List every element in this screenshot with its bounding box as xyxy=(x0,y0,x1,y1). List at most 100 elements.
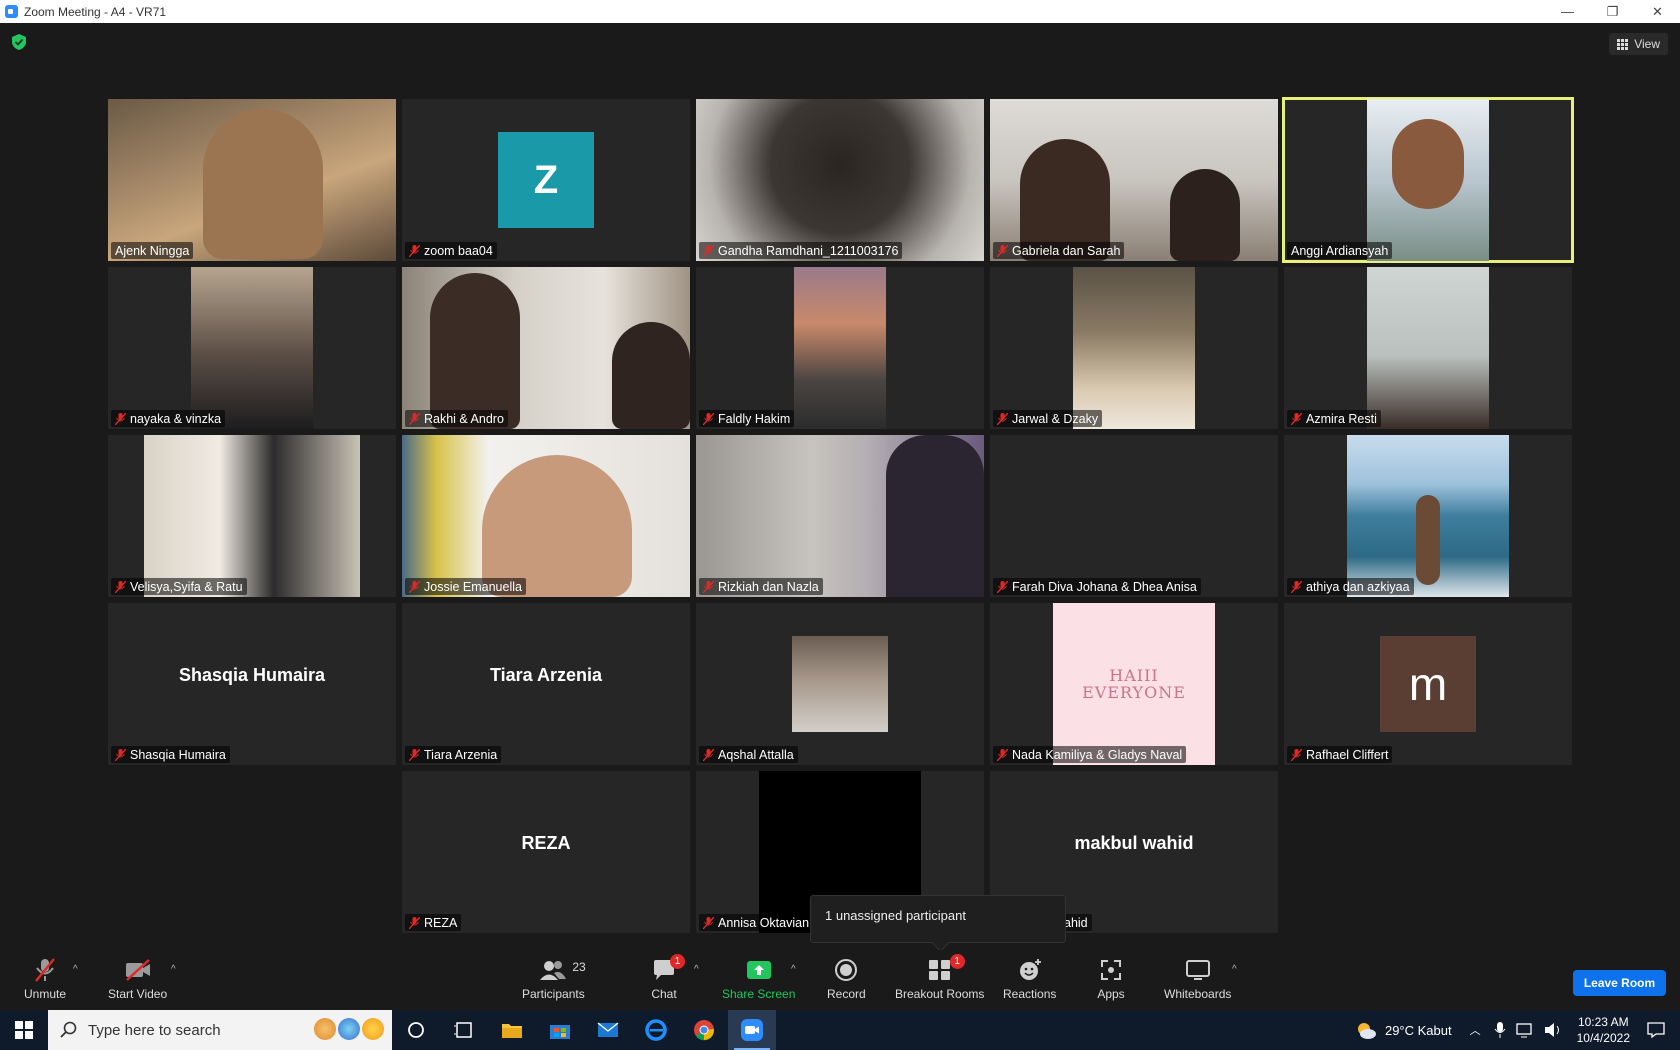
participant-nametag: Ajenk Ningga xyxy=(111,242,194,259)
window-title: Zoom Meeting - A4 - VR71 xyxy=(24,4,167,19)
chat-options-caret[interactable]: ^ xyxy=(694,964,699,975)
file-explorer-button[interactable] xyxy=(488,1010,536,1050)
participant-tile[interactable]: m Rafhael Cliffert xyxy=(1284,603,1572,765)
unmute-button[interactable]: Unmute xyxy=(24,956,66,1001)
participant-video xyxy=(1367,267,1489,429)
participant-nametag: Faldly Hakim xyxy=(699,410,795,427)
close-button[interactable]: ✕ xyxy=(1635,0,1680,23)
mic-muted-icon xyxy=(35,958,55,982)
meeting-toolbar: Unmute ^ Start Video ^ 23 Participants 1… xyxy=(0,950,1680,1010)
participant-tile[interactable]: nayaka & vinzka xyxy=(108,267,396,429)
start-video-button[interactable]: Start Video xyxy=(108,956,167,1001)
mic-muted-icon xyxy=(409,412,420,425)
mic-muted-icon xyxy=(409,748,420,761)
cortana-button[interactable] xyxy=(392,1010,440,1050)
taskbar-search-input[interactable]: Type here to search xyxy=(48,1010,392,1050)
participant-tile[interactable]: Gabriela dan Sarah xyxy=(990,99,1278,261)
participant-name: REZA xyxy=(424,915,458,930)
weather-text[interactable]: 29°C Kabut xyxy=(1385,1023,1452,1038)
whiteboard-options-caret[interactable]: ^ xyxy=(1232,964,1237,975)
avatar: m xyxy=(1380,636,1476,732)
apps-button[interactable]: Apps xyxy=(1096,956,1126,1001)
record-button[interactable]: Record xyxy=(827,956,866,1001)
breakout-rooms-icon xyxy=(928,960,950,980)
participants-icon xyxy=(540,961,567,980)
leave-room-button[interactable]: Leave Room xyxy=(1573,970,1666,996)
participant-video-figure xyxy=(430,273,520,429)
participant-display-name: makbul wahid xyxy=(1074,833,1194,853)
participant-tile-active-speaker[interactable]: Anggi Ardiansyah xyxy=(1282,97,1574,263)
participant-name: Ajenk Ningga xyxy=(115,243,190,258)
participant-name: Gandha Ramdhani_1211003176 xyxy=(718,243,899,258)
audio-options-caret[interactable]: ^ xyxy=(73,964,78,975)
participant-tile[interactable]: Tiara Arzenia Tiara Arzenia xyxy=(402,603,690,765)
participant-name: nayaka & vinzka xyxy=(130,411,222,426)
video-off-icon xyxy=(125,959,150,981)
participants-count: 23 xyxy=(572,960,586,974)
share-screen-button[interactable]: Share Screen xyxy=(722,956,795,1001)
view-label: View xyxy=(1634,37,1660,51)
breakout-tooltip: 1 unassigned participant xyxy=(810,895,1066,943)
view-button[interactable]: View xyxy=(1609,33,1668,55)
edge-button[interactable] xyxy=(632,1010,680,1050)
participant-name: Nada Kamiliya & Gladys Naval xyxy=(1012,747,1183,762)
security-shield-icon[interactable] xyxy=(12,34,26,50)
task-view-button[interactable] xyxy=(440,1010,488,1050)
participant-name: Jossie Emanuella xyxy=(424,579,522,594)
mic-muted-icon xyxy=(997,748,1008,761)
participant-tile[interactable]: Jarwal & Dzaky xyxy=(990,267,1278,429)
share-options-caret[interactable]: ^ xyxy=(791,964,796,975)
tooltip-text: 1 unassigned participant xyxy=(825,908,966,923)
participant-nametag: Jarwal & Dzaky xyxy=(993,410,1103,427)
store-button[interactable] xyxy=(536,1010,584,1050)
volume-icon[interactable] xyxy=(1544,1022,1562,1038)
video-options-caret[interactable]: ^ xyxy=(171,964,176,975)
participant-tile[interactable]: HAIII EVERYONE Nada Kamiliya & Gladys Na… xyxy=(990,603,1278,765)
participant-name: Shasqia Humaira xyxy=(130,747,226,762)
participant-tile[interactable]: Gandha Ramdhani_1211003176 xyxy=(696,99,984,261)
participant-tile[interactable]: Farah Diva Johana & Dhea Anisa xyxy=(990,435,1278,597)
restore-button[interactable]: ❐ xyxy=(1590,0,1635,23)
participant-tile[interactable]: Ajenk Ningga xyxy=(108,99,396,261)
mic-muted-icon xyxy=(115,580,126,593)
breakout-rooms-button[interactable]: 1 Breakout Rooms xyxy=(895,954,984,1001)
chrome-button[interactable] xyxy=(680,1010,728,1050)
participant-tile[interactable]: REZA REZA xyxy=(402,771,690,933)
participant-nametag: REZA xyxy=(405,914,462,931)
participant-name: zoom baa04 xyxy=(424,243,493,258)
participant-tile[interactable]: Faldly Hakim xyxy=(696,267,984,429)
zoom-taskbar-button[interactable] xyxy=(728,1010,776,1050)
whiteboard-icon xyxy=(1185,960,1210,980)
mic-muted-icon xyxy=(703,244,714,257)
minimize-button[interactable]: — xyxy=(1545,0,1590,23)
window-controls: — ❐ ✕ xyxy=(1545,0,1680,23)
participant-tile[interactable]: Jossie Emanuella xyxy=(402,435,690,597)
participants-button[interactable]: 23 Participants xyxy=(522,956,586,1001)
participant-nametag: Rizkiah dan Nazla xyxy=(699,578,823,595)
participant-tile[interactable]: Aqshal Attalla xyxy=(696,603,984,765)
breakout-badge: 1 xyxy=(949,954,965,969)
participant-display-name: REZA xyxy=(521,833,571,853)
start-button[interactable] xyxy=(0,1010,48,1050)
notifications-icon[interactable] xyxy=(1646,1021,1666,1039)
participant-tile[interactable]: Shasqia Humaira Shasqia Humaira xyxy=(108,603,396,765)
participant-tile[interactable]: Azmira Resti xyxy=(1284,267,1572,429)
microphone-icon[interactable] xyxy=(1494,1021,1506,1039)
participant-tile[interactable]: Rakhi & Andro xyxy=(402,267,690,429)
participant-name: Gabriela dan Sarah xyxy=(1012,243,1121,258)
participant-tile[interactable]: Velisya,Syifa & Ratu xyxy=(108,435,396,597)
participant-video-figure xyxy=(482,455,632,597)
participant-tile[interactable]: Rizkiah dan Nazla xyxy=(696,435,984,597)
chat-button[interactable]: 1 Chat xyxy=(649,954,685,1001)
participants-label: Participants xyxy=(522,987,585,1001)
system-clock[interactable]: 10:23 AM 10/4/2022 xyxy=(1577,1014,1630,1046)
whiteboards-button[interactable]: Whiteboards xyxy=(1164,956,1231,1001)
participant-video-figure xyxy=(1170,169,1240,261)
mail-button[interactable] xyxy=(584,1010,632,1050)
participant-tile[interactable]: athiya dan azkiyaa xyxy=(1284,435,1572,597)
tray-overflow-chevron-icon[interactable]: ︿ xyxy=(1470,1022,1481,1038)
reactions-button[interactable]: Reactions xyxy=(1003,956,1056,1001)
network-icon[interactable] xyxy=(1515,1022,1534,1038)
participant-tile[interactable]: Z zoom baa04 xyxy=(402,99,690,261)
participant-display-name: Tiara Arzenia xyxy=(489,665,603,685)
